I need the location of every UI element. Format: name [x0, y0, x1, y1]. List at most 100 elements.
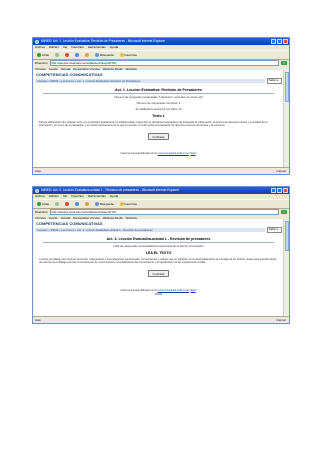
back-button[interactable]: Atrás [35, 53, 51, 58]
window-title: MINED: Act. 1. Lección Evaluativa: Revis… [41, 39, 166, 43]
status-text: Listo [35, 169, 41, 173]
internet-zone: Internet [276, 169, 287, 173]
forward-button[interactable] [53, 53, 61, 58]
browser-window: MINED: Act. 1. Lección Evaluativa: Revis… [32, 37, 290, 175]
home-icon [85, 202, 90, 206]
minimize-icon[interactable] [271, 188, 276, 193]
search-button[interactable]: Búsqueda [93, 202, 116, 207]
menu-item[interactable]: Favoritos [71, 45, 83, 50]
menu-item[interactable]: Herramientas [88, 45, 106, 50]
address-input[interactable]: http://campus.unad.edu.co/mod/lesson/vie… [49, 60, 280, 66]
divider [43, 92, 274, 93]
user-link[interactable]: Lorena Angelica Avila Leon [158, 152, 189, 155]
ie-logo-icon [35, 39, 39, 44]
login-info: Usted se ha autentificado como Lorena An… [120, 289, 197, 293]
continue-button[interactable]: Continuar [148, 270, 169, 278]
page-content: COMPETENCIAS COMUNICATIVAS Campus » 9000… [33, 70, 284, 168]
menu-item[interactable]: Ver [63, 194, 68, 199]
menu-item[interactable]: Favoritos [71, 194, 83, 199]
lesson-paragraph: A través del diálogo los hombres provoca… [39, 258, 278, 265]
ie-logo-icon [35, 188, 39, 193]
forward-button[interactable] [53, 202, 61, 207]
stop-icon [65, 202, 70, 206]
lesson-info-line: Lista de respuestas contestadas/Competen… [113, 244, 204, 248]
go-button[interactable]: Ir [281, 61, 287, 65]
logout-link[interactable]: Salir [190, 152, 195, 155]
lesson-info-line: Su calificación actual es 4.0 sobre 10 [135, 107, 182, 111]
menu-item[interactable]: Ver [63, 45, 68, 50]
status-bar: Listo Internet [33, 316, 289, 323]
vertical-scrollbar[interactable] [283, 219, 289, 317]
status-bar: Listo Internet [33, 167, 289, 174]
search-icon [95, 53, 100, 57]
favorites-button[interactable]: Favoritos [118, 202, 139, 207]
section-title: Texto 1 [152, 114, 165, 118]
course-title: COMPETENCIAS COMUNICATIVAS [36, 221, 103, 226]
divider [43, 241, 274, 242]
address-input[interactable]: http://campus.unad.edu.co/mod/lesson/vie… [49, 209, 280, 215]
jump-select[interactable]: Saltar a... [266, 78, 282, 84]
stop-button[interactable] [63, 53, 71, 58]
lesson-paragraph: Para la elaboración de cualquier texto c… [39, 121, 268, 128]
home-button[interactable] [83, 53, 91, 58]
stop-icon [65, 53, 70, 57]
menu-item[interactable]: Archivo [35, 45, 45, 50]
login-info-text: Usted se ha autentificado como [120, 152, 157, 156]
star-icon [119, 202, 124, 206]
maximize-icon[interactable] [277, 39, 282, 44]
address-bar: Dirección http://campus.unad.edu.co/mod/… [33, 60, 289, 66]
toolbar: Atrás Búsqueda Favoritos [33, 50, 289, 60]
go-button[interactable]: Ir [281, 210, 287, 214]
vertical-scrollbar[interactable] [283, 70, 289, 168]
address-bar: Dirección http://campus.unad.edu.co/mod/… [33, 209, 289, 215]
menu-item[interactable]: Archivo [35, 194, 45, 199]
maximize-icon[interactable] [277, 188, 282, 193]
back-button[interactable]: Atrás [35, 202, 51, 207]
lesson-info-line: Número de preguntas contestadas: 5 (Exam… [114, 95, 203, 99]
menu-item[interactable]: Ayuda [110, 45, 118, 50]
breadcrumb[interactable]: Campus » 90003 » Lecciones » Act. 3. Lec… [35, 227, 265, 232]
logout-link[interactable]: Salir [190, 289, 195, 292]
lesson-title: Act. 3. Lección Evaluativa-unidad 1 - Re… [106, 236, 211, 241]
window-controls [271, 39, 288, 44]
user-link[interactable]: Lorena Angelica Avila Leon [158, 289, 189, 292]
menu-item[interactable]: Edición [49, 45, 59, 50]
navigation-row: Campus » 90003 » Lecciones » Act. 3. Lec… [35, 227, 282, 233]
toolbar: Atrás Búsqueda Favoritos [33, 199, 289, 209]
continue-button[interactable]: Continuar [148, 133, 169, 141]
window-controls [271, 188, 288, 193]
lesson-title: Act. 1. Lección Evaluativa: Revisión de … [115, 87, 202, 92]
browser-window: MINED: Act. 3. Lección Evaluativa-unidad… [32, 186, 290, 324]
menu-item[interactable]: Herramientas [88, 194, 106, 199]
menu-item[interactable]: Edición [49, 194, 59, 199]
close-icon[interactable] [283, 188, 288, 193]
login-info-text: Usted se ha autentificado como [120, 289, 157, 293]
favorites-button[interactable]: Favoritos [118, 53, 139, 58]
title-bar: MINED: Act. 1. Lección Evaluativa: Revis… [33, 38, 289, 45]
breadcrumb[interactable]: Campus » 90003 » Lecciones » Act. 1. Lec… [35, 78, 265, 83]
scrollbar-thumb[interactable] [284, 221, 289, 251]
forward-arrow-icon [55, 202, 60, 206]
close-icon[interactable] [283, 39, 288, 44]
address-label: Dirección [35, 61, 48, 65]
lesson-info-line: Número de respuestas correctas: 4 [136, 101, 181, 105]
minimize-icon[interactable] [271, 39, 276, 44]
course-short-link[interactable]: 90003 [33, 293, 284, 296]
refresh-button[interactable] [73, 202, 81, 207]
back-arrow-icon [37, 202, 41, 206]
address-label: Dirección [35, 210, 48, 214]
refresh-button[interactable] [73, 53, 81, 58]
back-arrow-icon [37, 53, 41, 57]
star-icon [119, 53, 124, 57]
forward-arrow-icon [55, 53, 60, 57]
page-content: COMPETENCIAS COMUNICATIVAS Campus » 9000… [33, 219, 284, 317]
stop-button[interactable] [63, 202, 71, 207]
search-button[interactable]: Búsqueda [93, 53, 116, 58]
home-icon [85, 53, 90, 57]
jump-select[interactable]: Saltar a... [266, 227, 282, 233]
search-icon [95, 202, 100, 206]
scrollbar-thumb[interactable] [284, 72, 289, 102]
menu-item[interactable]: Ayuda [110, 194, 118, 199]
home-button[interactable] [83, 202, 91, 207]
status-text: Listo [35, 318, 41, 322]
